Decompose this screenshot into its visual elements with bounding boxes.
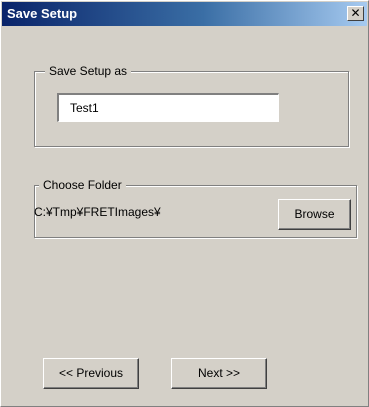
next-button[interactable]: Next >> xyxy=(171,358,267,389)
save-setup-group-label: Save Setup as xyxy=(45,64,132,78)
choose-folder-group-label: Choose Folder xyxy=(39,178,126,192)
close-button[interactable]: ✕ xyxy=(347,6,364,21)
browse-button[interactable]: Browse xyxy=(278,199,351,230)
title-bar[interactable]: Save Setup ✕ xyxy=(2,2,367,26)
window-title: Save Setup xyxy=(7,6,78,21)
previous-button[interactable]: << Previous xyxy=(43,358,139,389)
close-icon: ✕ xyxy=(350,6,361,20)
folder-path-text: C:¥Tmp¥FRETImages¥ xyxy=(34,205,161,219)
save-setup-dialog: Save Setup ✕ Save Setup as Choose Folder… xyxy=(0,0,369,407)
setup-name-input[interactable] xyxy=(57,93,279,122)
